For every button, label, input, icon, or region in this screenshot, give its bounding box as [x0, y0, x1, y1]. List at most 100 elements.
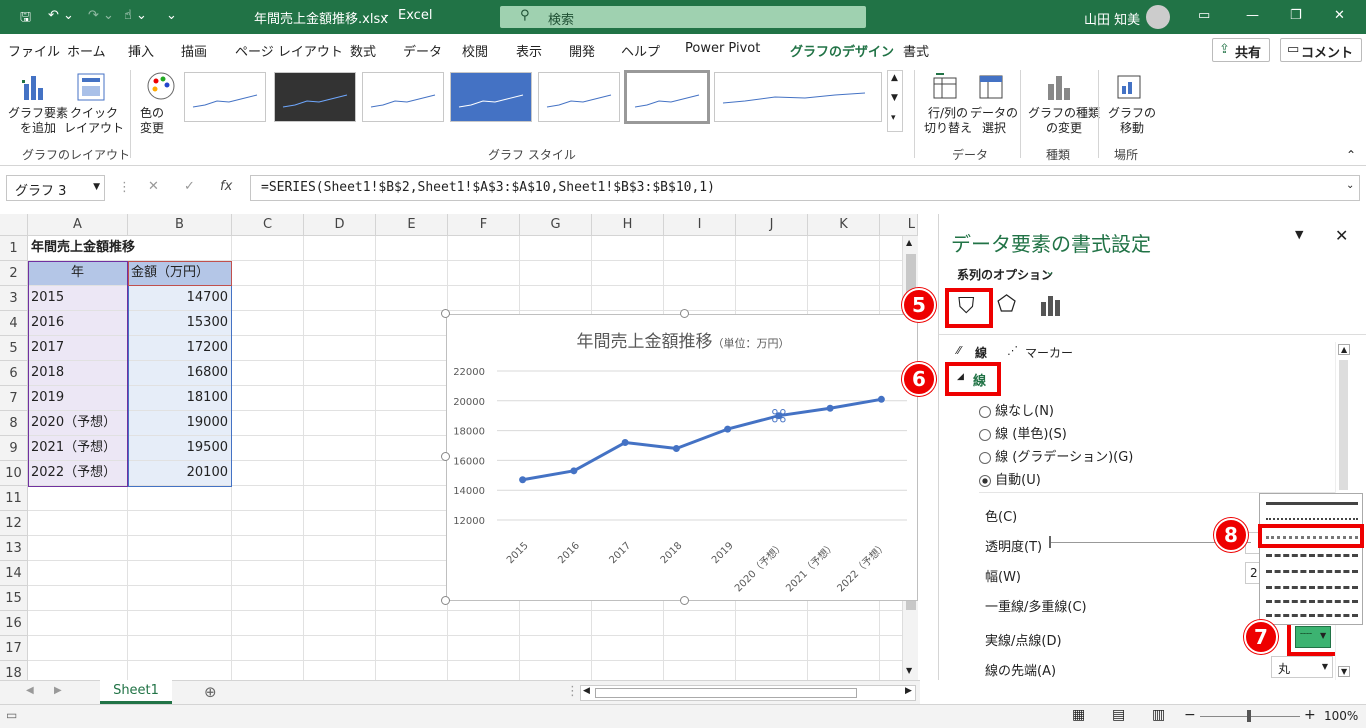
row-header[interactable]: 7	[0, 386, 28, 411]
row-header[interactable]: 14	[0, 561, 28, 586]
row-header[interactable]: 4	[0, 311, 28, 336]
cell[interactable]	[808, 286, 880, 311]
cell[interactable]	[128, 586, 232, 611]
cell[interactable]	[376, 436, 448, 461]
cell[interactable]	[376, 611, 448, 636]
cell[interactable]	[376, 586, 448, 611]
cell[interactable]	[232, 611, 304, 636]
cell-year[interactable]: 2021（予想）	[28, 436, 128, 461]
cell[interactable]	[128, 611, 232, 636]
column-header-h[interactable]: H	[592, 214, 664, 236]
next-sheet-icon[interactable]: ▶	[54, 685, 62, 696]
share-button[interactable]: ⇪ 共有	[1212, 38, 1270, 62]
cell-year[interactable]: 2019	[28, 386, 128, 411]
cell[interactable]	[376, 361, 448, 386]
cell[interactable]	[808, 236, 880, 261]
chart-resize-handle-tm[interactable]	[680, 309, 689, 318]
cell[interactable]	[736, 261, 808, 286]
selected-point-handle[interactable]	[772, 417, 778, 423]
cell[interactable]	[736, 286, 808, 311]
cell[interactable]	[664, 661, 736, 680]
cell-amount[interactable]: 18100	[128, 386, 232, 411]
column-header-j[interactable]: J	[736, 214, 808, 236]
cell-title[interactable]: 年間売上金額推移	[28, 236, 135, 261]
chart-style-1[interactable]	[184, 72, 266, 122]
cell[interactable]	[232, 411, 304, 436]
cell[interactable]	[520, 636, 592, 661]
cell-year[interactable]: 2018	[28, 361, 128, 386]
cell[interactable]	[28, 636, 128, 661]
line-chart[interactable]: 年間売上金額推移（単位：万円） 12000 14000 16000 18000 2000…	[446, 314, 918, 601]
tab-page-layout[interactable]: ページ レイアウト	[235, 41, 343, 60]
cell[interactable]	[736, 636, 808, 661]
data-point[interactable]	[519, 476, 527, 484]
row-header[interactable]: 17	[0, 636, 28, 661]
chart-style-6-selected[interactable]	[624, 70, 710, 124]
normal-view-icon[interactable]: ▦	[1072, 707, 1085, 723]
cell[interactable]	[28, 586, 128, 611]
cell[interactable]	[232, 561, 304, 586]
name-box-dropdown-icon[interactable]: ▼	[93, 182, 100, 192]
cell[interactable]	[376, 511, 448, 536]
cell-amount[interactable]: 17200	[128, 336, 232, 361]
chart-style-3[interactable]	[362, 72, 444, 122]
cell[interactable]	[128, 511, 232, 536]
chart-style-5[interactable]	[538, 72, 620, 122]
restore-icon[interactable]: ❐	[1290, 8, 1302, 23]
customize-qat-icon[interactable]: ⌄	[166, 8, 177, 23]
avatar[interactable]	[1146, 5, 1170, 29]
column-header-l[interactable]: L	[880, 214, 918, 236]
cell[interactable]	[232, 461, 304, 486]
column-header-e[interactable]: E	[376, 214, 448, 236]
row-header[interactable]: 11	[0, 486, 28, 511]
cell[interactable]	[232, 286, 304, 311]
move-chart-button[interactable]: グラフの 移動	[1104, 68, 1156, 138]
name-box[interactable]: グラフ 3 ▼	[6, 175, 105, 201]
cell[interactable]	[304, 586, 376, 611]
cell[interactable]	[592, 286, 664, 311]
cell[interactable]	[808, 611, 880, 636]
cell[interactable]	[28, 661, 128, 680]
minimize-icon[interactable]: —	[1246, 8, 1259, 23]
row-header[interactable]: 15	[0, 586, 28, 611]
cell[interactable]	[448, 286, 520, 311]
cell[interactable]	[448, 261, 520, 286]
chart-resize-handle-tl[interactable]	[441, 309, 450, 318]
collapse-ribbon-icon[interactable]: ⌃	[1346, 148, 1356, 162]
row-header[interactable]: 12	[0, 511, 28, 536]
cell[interactable]	[376, 386, 448, 411]
close-icon[interactable]: ✕	[1334, 8, 1345, 23]
tab-formulas[interactable]: 数式	[350, 41, 376, 60]
cell-header-amount[interactable]: 金額（万円）	[128, 261, 232, 286]
dash-option-square-dot-highlight[interactable]	[1258, 524, 1364, 548]
cell[interactable]	[232, 311, 304, 336]
zoom-level[interactable]: 100%	[1324, 709, 1358, 723]
tab-splitter-icon[interactable]: ⋮	[566, 684, 579, 699]
series-options-bar-icon[interactable]	[1039, 294, 1063, 318]
cell[interactable]	[736, 236, 808, 261]
cap-type-select[interactable]: 丸 ▼	[1271, 656, 1333, 678]
cell[interactable]	[448, 636, 520, 661]
horizontal-scroll-thumb[interactable]	[595, 688, 857, 698]
dash-option-long-dash[interactable]	[1266, 586, 1358, 589]
series-line[interactable]	[522, 397, 882, 482]
selected-point-handle[interactable]	[780, 417, 786, 423]
cell[interactable]	[376, 261, 448, 286]
radio-gradient-line[interactable]: 線 (グラデーション)(G)	[979, 446, 1133, 465]
row-header[interactable]: 10	[0, 461, 28, 486]
cell-year[interactable]: 2022（予想）	[28, 461, 128, 486]
row-header[interactable]: 13	[0, 536, 28, 561]
tab-draw[interactable]: 描画	[181, 41, 207, 60]
cell[interactable]	[232, 386, 304, 411]
selected-point-handle[interactable]	[780, 409, 786, 415]
cell[interactable]	[232, 486, 304, 511]
radio-no-line[interactable]: 線なし(N)	[979, 400, 1054, 419]
page-break-view-icon[interactable]: ▥	[1152, 707, 1165, 723]
chart-resize-handle-bm[interactable]	[680, 596, 689, 605]
column-header-i[interactable]: I	[664, 214, 736, 236]
row-header[interactable]: 16	[0, 611, 28, 636]
scroll-right-icon[interactable]: ▶	[905, 686, 912, 696]
scroll-left-icon[interactable]: ◀	[583, 686, 590, 696]
cell[interactable]	[232, 586, 304, 611]
chart-style-7[interactable]	[714, 72, 882, 122]
